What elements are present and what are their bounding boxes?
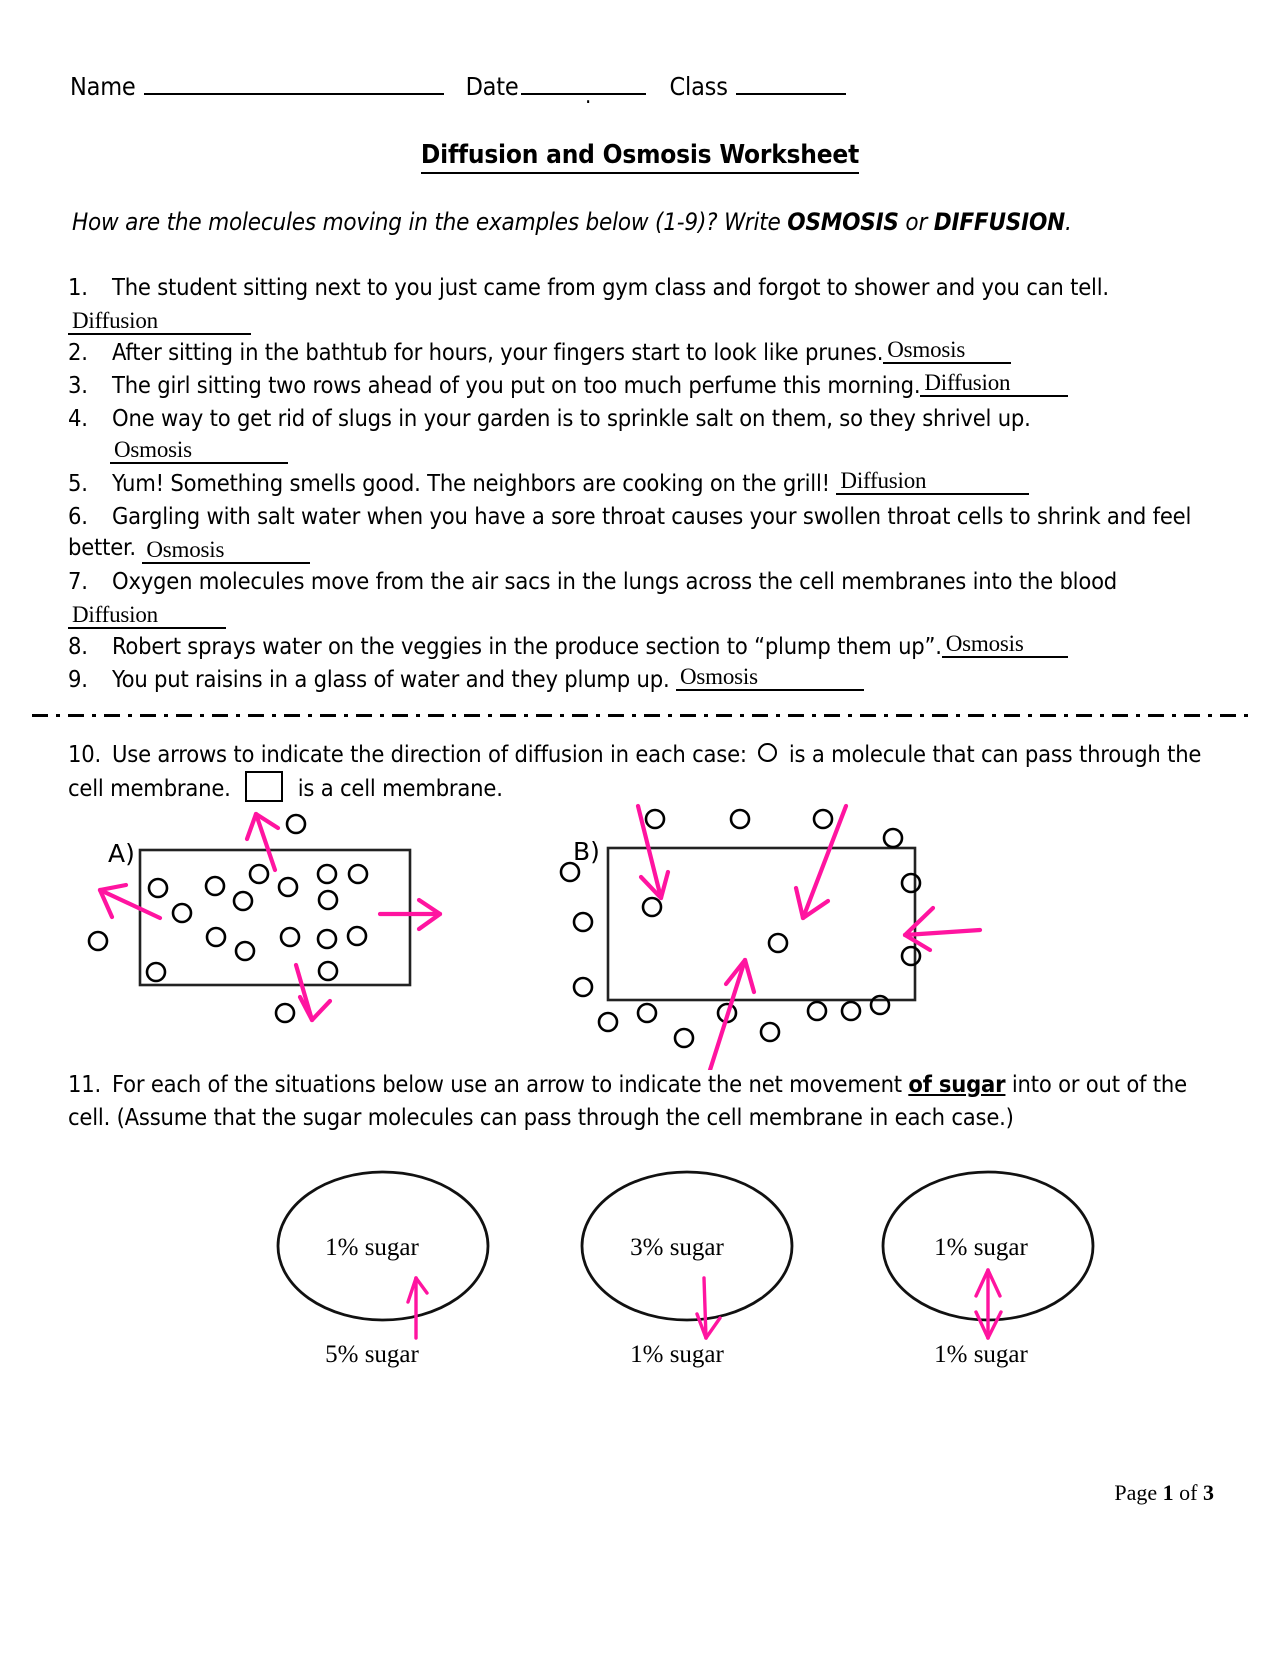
question-text: After sitting in the bathtub for hours, … xyxy=(112,338,884,366)
page-title-text: Diffusion and Osmosis Worksheet xyxy=(420,140,859,174)
question-list: 1. The student sitting next to you just … xyxy=(68,272,1198,697)
cell-inside-label-1: 1% sugar xyxy=(325,1234,419,1261)
molecules-outside-b xyxy=(559,808,922,1049)
instructions-prompt: How are the molecules moving in the exam… xyxy=(72,208,1192,236)
membrane-legend-icon xyxy=(245,771,284,802)
sugar-cell-2: 3% sugar 1% sugar xyxy=(580,1170,794,1368)
question-number: 11. xyxy=(68,1070,102,1098)
question-item-1: 1. The student sitting next to you just … xyxy=(68,272,1198,335)
q11-emphasis: of sugar xyxy=(908,1070,1006,1098)
footer-prefix: Page xyxy=(1114,1480,1163,1505)
prompt-tail: . xyxy=(1064,208,1072,236)
molecule-legend-icon xyxy=(758,743,778,762)
question-number: 5. xyxy=(68,469,88,497)
question-text: The student sitting next to you just cam… xyxy=(112,273,1109,301)
question-item-3: 3. The girl sitting two rows ahead of yo… xyxy=(68,370,1198,401)
cell-outside-label-1: 5% sugar xyxy=(325,1341,419,1368)
question-number: 6. xyxy=(68,502,88,530)
footer-total-pages: 3 xyxy=(1203,1480,1214,1505)
question-text: Oxygen molecules move from the air sacs … xyxy=(112,567,1118,595)
question-item-5: 5. Yum! Something smells good. The neigh… xyxy=(68,468,1198,499)
sugar-cell-1: 1% sugar 5% sugar xyxy=(276,1170,490,1368)
question-text: One way to get rid of slugs in your gard… xyxy=(112,404,1031,432)
prompt-option-osmosis: OSMOSIS xyxy=(787,208,899,236)
question-number: 10. xyxy=(68,740,102,768)
question-item-8: 8. Robert sprays water on the veggies in… xyxy=(68,631,1198,662)
diagram-b-label: B) xyxy=(573,837,600,866)
answer-blank-4[interactable]: Osmosis xyxy=(110,438,288,464)
question-number: 2. xyxy=(68,338,88,366)
question-number: 4. xyxy=(68,404,88,432)
question-item-10: 10. Use arrows to indicate the direction… xyxy=(68,738,1208,805)
answer-blank-6[interactable]: Osmosis xyxy=(142,538,311,564)
name-label: Name xyxy=(70,72,136,101)
question-item-4: 4. One way to get rid of slugs in your g… xyxy=(68,403,1198,464)
question-number: 7. xyxy=(68,567,88,595)
date-written-mark: . xyxy=(585,84,592,109)
cell-outside-label-3: 1% sugar xyxy=(934,1341,1028,1368)
cell-inside-label-2: 3% sugar xyxy=(630,1234,724,1261)
answer-blank-1[interactable]: Diffusion xyxy=(68,309,251,335)
answer-blank-7[interactable]: Diffusion xyxy=(68,603,226,629)
question-number: 1. xyxy=(68,273,88,301)
sugar-cell-3: 1% sugar 1% sugar xyxy=(881,1170,1095,1368)
diagram-a-label: A) xyxy=(108,839,135,868)
net-movement-arrow-2 xyxy=(695,1276,722,1340)
answer-blank-8[interactable]: Osmosis xyxy=(941,632,1068,658)
footer-page-number: 1 xyxy=(1162,1480,1174,1505)
molecules-inside-b xyxy=(641,896,789,954)
answer-blank-9[interactable]: Osmosis xyxy=(675,665,864,691)
question-item-9: 9. You put raisins in a glass of water a… xyxy=(68,664,1198,695)
cell-outside-label-2: 1% sugar xyxy=(630,1341,724,1368)
footer-mid: of xyxy=(1173,1480,1203,1505)
prompt-lead: How are the molecules moving in the exam… xyxy=(72,208,788,236)
answer-blank-2[interactable]: Osmosis xyxy=(883,338,1012,364)
question-number: 8. xyxy=(68,632,88,660)
question-text: Yum! Something smells good. The neighbor… xyxy=(112,469,830,497)
answer-blank-5[interactable]: Diffusion xyxy=(836,469,1030,495)
sugar-cell-diagrams: .cellOutline { fill:none; stroke:#111; s… xyxy=(276,1170,1095,1368)
question-item-7: 7. Oxygen molecules move from the air sa… xyxy=(68,566,1198,629)
page-title: Diffusion and Osmosis Worksheet xyxy=(0,140,1280,174)
date-blank[interactable] xyxy=(520,92,646,95)
question-item-11: 11. For each of the situations below use… xyxy=(68,1068,1208,1134)
cell-inside-label-3: 1% sugar xyxy=(934,1234,1028,1261)
name-blank[interactable] xyxy=(143,92,444,95)
prompt-option-diffusion: DIFFUSION xyxy=(933,208,1065,236)
question-text: The girl sitting two rows ahead of you p… xyxy=(112,371,921,399)
answer-blank-3[interactable]: Diffusion xyxy=(920,371,1069,397)
date-label: Date xyxy=(465,72,519,101)
q10-text-part3: is a cell membrane. xyxy=(297,774,503,802)
question-number: 9. xyxy=(68,665,88,693)
class-blank[interactable] xyxy=(735,92,846,95)
diffusion-diagrams: .mol { fill:none; stroke:#000; stroke-wi… xyxy=(87,803,983,1070)
section-divider xyxy=(32,714,1248,717)
student-info-header: Name Date Class xyxy=(70,72,1220,101)
question-item-6: 6. Gargling with salt water when you hav… xyxy=(68,501,1198,564)
q11-text-part1: For each of the situations below use an … xyxy=(112,1070,909,1098)
worksheet-page: Name Date Class . Diffusion and Osmosis … xyxy=(0,0,1280,1656)
question-item-2: 2. After sitting in the bathtub for hour… xyxy=(68,337,1198,368)
question-number: 3. xyxy=(68,371,88,399)
question-text: You put raisins in a glass of water and … xyxy=(112,665,670,693)
prompt-joiner: or xyxy=(898,208,934,236)
q10-text-part1: Use arrows to indicate the direction of … xyxy=(112,740,747,768)
page-footer: Page 1 of 3 xyxy=(0,1480,1214,1506)
question-text: Robert sprays water on the veggies in th… xyxy=(112,632,942,660)
diffusion-arrows-a xyxy=(97,811,443,1023)
molecules-inside-a xyxy=(145,863,369,983)
net-movement-arrow-3 xyxy=(974,1268,1003,1340)
net-movement-arrow-1 xyxy=(406,1276,429,1340)
class-label: Class xyxy=(669,72,728,101)
